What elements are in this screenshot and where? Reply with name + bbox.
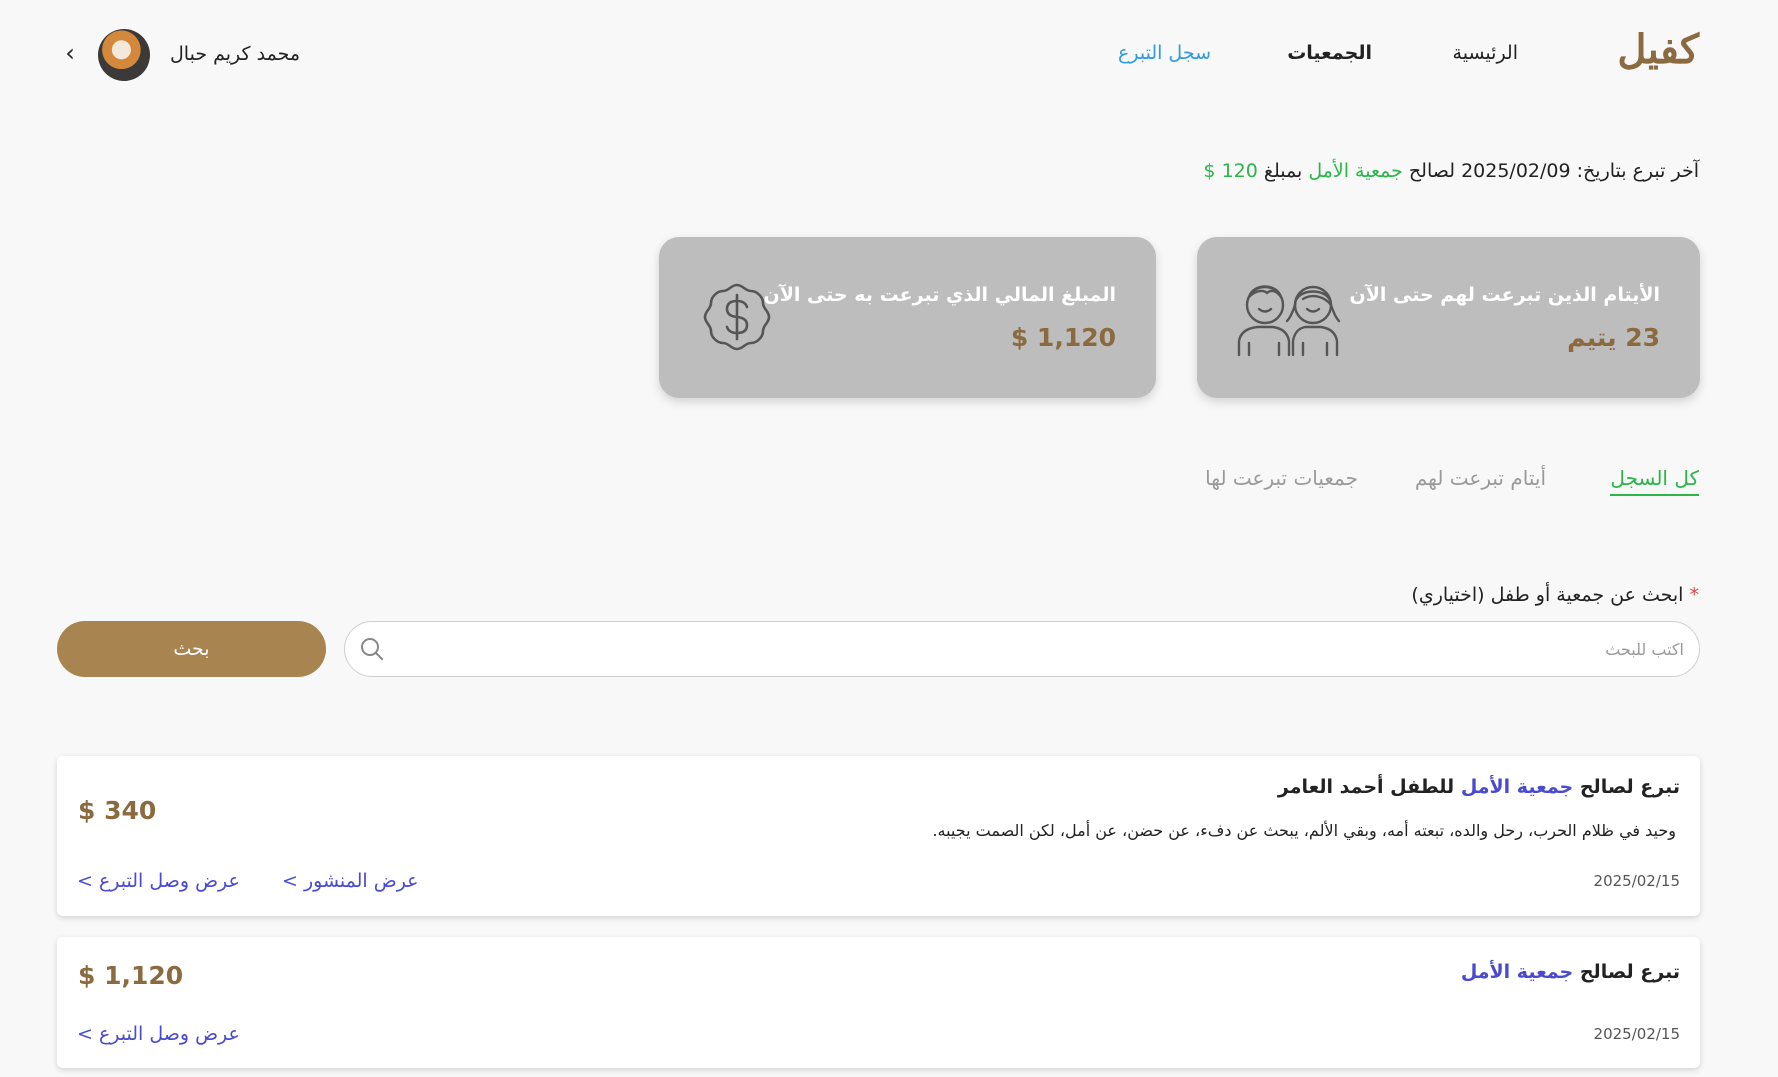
avatar[interactable] — [98, 29, 150, 81]
donation-association-link[interactable]: جمعية الأمل — [1461, 961, 1573, 983]
money-icon — [703, 283, 771, 351]
last-donation-info: آخر تبرع بتاريخ: 2025/02/09 لصالح جمعية … — [1203, 160, 1699, 182]
nav-associations[interactable]: الجمعيات — [1287, 42, 1372, 64]
money-stat-card: المبلغ المالي الذي تبرعت به حتى الآن 1,1… — [659, 237, 1156, 398]
donation-amount: 1,120 $ — [78, 961, 184, 990]
donation-title-prefix: تبرع لصالح — [1573, 776, 1680, 798]
children-icon — [1237, 285, 1341, 357]
donation-association-link[interactable]: جمعية الأمل — [1461, 776, 1573, 798]
donation-amount: 340 $ — [78, 796, 157, 825]
donation-description: وحيد في ظلام الحرب، رحل والده، تبعته أمه… — [932, 821, 1676, 840]
search-button[interactable]: بحث — [57, 621, 326, 677]
tab-all-history[interactable]: كل السجل — [1610, 466, 1699, 496]
tab-orphans[interactable]: أيتام تبرعت لهم — [1415, 466, 1546, 494]
chevron-left-icon[interactable]: ‹ — [58, 38, 82, 68]
last-donation-association-link[interactable]: جمعية الأمل — [1308, 160, 1403, 182]
orphans-stat-value: 23 يتيم — [1567, 323, 1660, 352]
last-donation-middle: بمبلغ — [1257, 160, 1309, 182]
donation-title: تبرع لصالح جمعية الأمل للطفل أحمد العامر — [1278, 776, 1680, 798]
last-donation-amount: 120 $ — [1203, 160, 1258, 182]
search-label: * ابحث عن جمعية أو طفل (اختياري) — [1411, 584, 1699, 606]
donation-card: تبرع لصالح جمعية الأمل للطفل أحمد العامر… — [57, 756, 1700, 916]
user-name: محمد كريم حبال — [170, 43, 301, 65]
app-logo[interactable]: كفيل — [1617, 26, 1699, 73]
donation-date: 2025/02/15 — [1593, 1025, 1680, 1043]
money-stat-label: المبلغ المالي الذي تبرعت به حتى الآن — [763, 284, 1116, 306]
view-receipt-link[interactable]: عرض وصل التبرع > — [77, 870, 240, 892]
search-input[interactable] — [405, 622, 1684, 676]
search-icon[interactable] — [359, 636, 385, 662]
view-receipt-link[interactable]: عرض وصل التبرع > — [77, 1023, 240, 1045]
donation-date: 2025/02/15 — [1593, 872, 1680, 890]
donation-card: تبرع لصالح جمعية الأمل 2025/02/15 1,120 … — [57, 937, 1700, 1068]
orphans-stat-label: الأيتام الذين تبرعت لهم حتى الآن — [1349, 284, 1660, 306]
donation-title: تبرع لصالح جمعية الأمل — [1461, 961, 1680, 983]
orphans-stat-card: الأيتام الذين تبرعت لهم حتى الآن 23 يتيم — [1197, 237, 1700, 398]
search-box — [344, 621, 1700, 677]
tab-associations[interactable]: جمعيات تبرعت لها — [1205, 466, 1358, 494]
required-mark: * — [1689, 584, 1700, 606]
nav-home[interactable]: الرئيسية — [1453, 42, 1518, 64]
donation-title-prefix: تبرع لصالح — [1573, 961, 1680, 983]
last-donation-prefix: آخر تبرع بتاريخ: 2025/02/09 لصالح — [1402, 160, 1699, 182]
view-post-link[interactable]: عرض المنشور > — [282, 870, 419, 892]
search-label-text: ابحث عن جمعية أو طفل (اختياري) — [1411, 584, 1684, 606]
money-stat-value: 1,120 $ — [1010, 323, 1116, 352]
nav-donation-history[interactable]: سجل التبرع — [1118, 42, 1211, 64]
donation-title-suffix: للطفل أحمد العامر — [1277, 776, 1461, 798]
